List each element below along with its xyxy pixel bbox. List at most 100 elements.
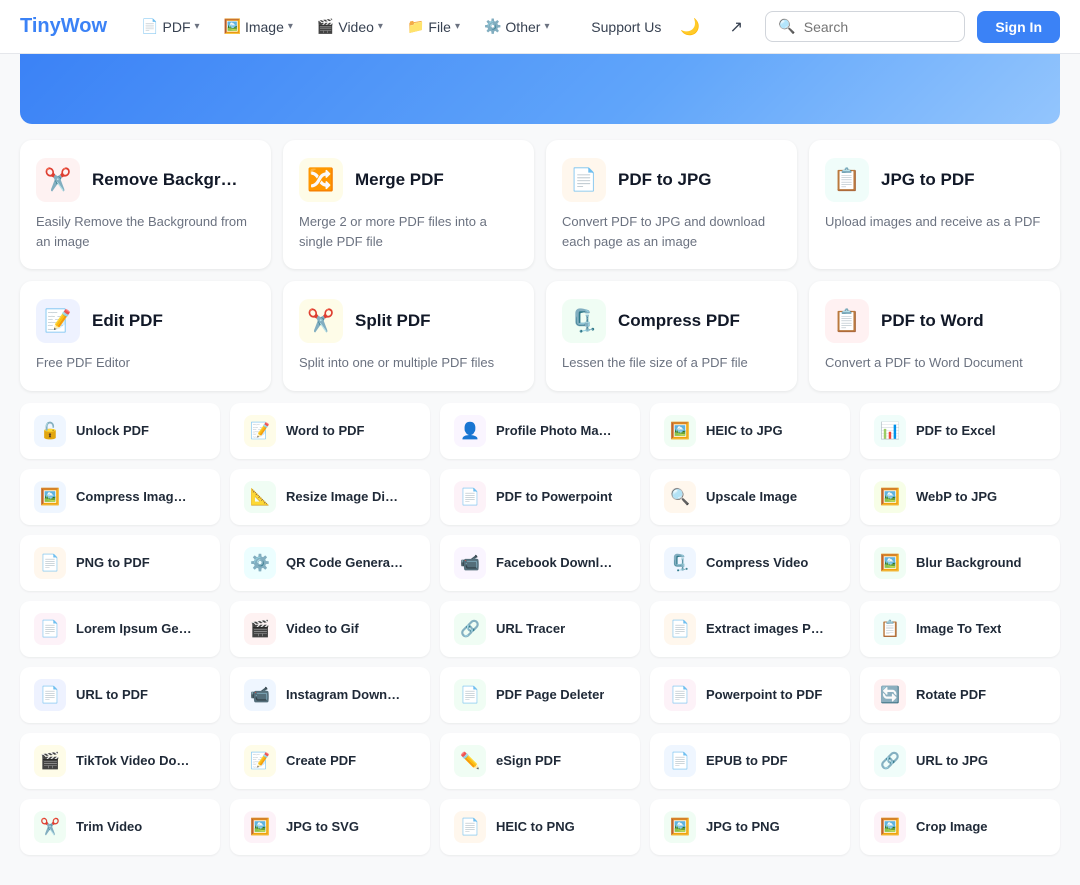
compact-card-crop-image[interactable]: 🖼️ Crop Image	[860, 799, 1060, 855]
compact-card-heic-to-jpg[interactable]: 🖼️ HEIC to JPG	[650, 403, 850, 459]
sign-in-button[interactable]: Sign In	[977, 11, 1060, 43]
compact-card-epub-to-pdf[interactable]: 📄 EPUB to PDF	[650, 733, 850, 789]
logo-wow: Wow	[61, 15, 107, 37]
nav-file[interactable]: 📁 File ▾	[397, 12, 470, 41]
compact-card-image-to-text[interactable]: 📋 Image To Text	[860, 601, 1060, 657]
tool-label: JPG to PNG	[706, 819, 780, 834]
compact-card-tiktok-dl[interactable]: 🎬 TikTok Video Do…	[20, 733, 220, 789]
support-link[interactable]: Support Us	[591, 19, 661, 35]
tool-icon: 📹	[454, 547, 486, 579]
compact-card-unlock-pdf[interactable]: 🔓 Unlock PDF	[20, 403, 220, 459]
compact-card-profile-photo-ma[interactable]: 👤 Profile Photo Ma…	[440, 403, 640, 459]
compact-card-trim-video[interactable]: ✂️ Trim Video	[20, 799, 220, 855]
compact-row-0: 🔓 Unlock PDF 📝 Word to PDF 👤 Profile Pho…	[20, 403, 1060, 459]
compact-card-url-to-pdf[interactable]: 📄 URL to PDF	[20, 667, 220, 723]
compact-card-lorem-ipsum[interactable]: 📄 Lorem Ipsum Ge…	[20, 601, 220, 657]
compact-card-jpg-to-png[interactable]: 🖼️ JPG to PNG	[650, 799, 850, 855]
card-desc: Upload images and receive as a PDF	[825, 212, 1044, 232]
compact-card-compress-video[interactable]: 🗜️ Compress Video	[650, 535, 850, 591]
featured-card-remove-bg[interactable]: ✂️ Remove Backgr… Easily Remove the Back…	[20, 140, 271, 269]
compact-card-compress-image[interactable]: 🖼️ Compress Imag…	[20, 469, 220, 525]
compact-card-heic-to-png[interactable]: 📄 HEIC to PNG	[440, 799, 640, 855]
tool-icon: 📄	[34, 547, 66, 579]
tool-label: Instagram Down…	[286, 687, 400, 702]
card-desc: Lessen the file size of a PDF file	[562, 353, 781, 373]
featured-card-compress-pdf[interactable]: 🗜️ Compress PDF Lessen the file size of …	[546, 281, 797, 391]
compact-rows-container: 🔓 Unlock PDF 📝 Word to PDF 👤 Profile Pho…	[20, 403, 1060, 855]
compact-card-instagram-dl[interactable]: 📹 Instagram Down…	[230, 667, 430, 723]
tool-label: WebP to JPG	[916, 489, 997, 504]
compact-card-webp-to-jpg[interactable]: 🖼️ WebP to JPG	[860, 469, 1060, 525]
tool-label: PDF to Excel	[916, 423, 995, 438]
featured-card-merge-pdf[interactable]: 🔀 Merge PDF Merge 2 or more PDF files in…	[283, 140, 534, 269]
tool-label: Rotate PDF	[916, 687, 986, 702]
compact-row-4: 📄 URL to PDF 📹 Instagram Down… 📄 PDF Pag…	[20, 667, 1060, 723]
search-input[interactable]	[804, 19, 953, 35]
tool-icon: 📊	[874, 415, 906, 447]
featured-card-jpg-to-pdf[interactable]: 📋 JPG to PDF Upload images and receive a…	[809, 140, 1060, 269]
compact-card-pdf-to-excel[interactable]: 📊 PDF to Excel	[860, 403, 1060, 459]
featured-card-pdf-to-word[interactable]: 📋 PDF to Word Convert a PDF to Word Docu…	[809, 281, 1060, 391]
featured-card-pdf-to-jpg[interactable]: 📄 PDF to JPG Convert PDF to JPG and down…	[546, 140, 797, 269]
chevron-down-icon: ▾	[195, 21, 200, 32]
compact-card-video-to-gif[interactable]: 🎬 Video to Gif	[230, 601, 430, 657]
card-desc: Free PDF Editor	[36, 353, 255, 373]
tool-label: EPUB to PDF	[706, 753, 788, 768]
tool-label: Blur Background	[916, 555, 1021, 570]
compact-card-pdf-to-ppt[interactable]: 📄 PDF to Powerpoint	[440, 469, 640, 525]
logo[interactable]: TinyWow	[20, 15, 107, 38]
tool-icon: 📋	[825, 299, 869, 343]
tool-label: Word to PDF	[286, 423, 364, 438]
chevron-down-icon: ▾	[378, 21, 383, 32]
tool-icon: 📝	[244, 745, 276, 777]
compact-card-ppt-to-pdf[interactable]: 📄 Powerpoint to PDF	[650, 667, 850, 723]
nav-video-label: Video	[338, 19, 374, 35]
compact-card-resize-image[interactable]: 📐 Resize Image Di…	[230, 469, 430, 525]
tool-icon: ✂️	[36, 158, 80, 202]
featured-card-split-pdf[interactable]: ✂️ Split PDF Split into one or multiple …	[283, 281, 534, 391]
tool-icon: 🖼️	[874, 547, 906, 579]
main-content: ✂️ Remove Backgr… Easily Remove the Back…	[0, 54, 1080, 885]
nav-other[interactable]: ⚙️ Other ▾	[474, 12, 559, 41]
dark-mode-button[interactable]: 🌙	[673, 10, 707, 44]
compact-card-blur-bg[interactable]: 🖼️ Blur Background	[860, 535, 1060, 591]
tool-icon: ✂️	[299, 299, 343, 343]
tool-label: Trim Video	[76, 819, 142, 834]
tool-icon: 📝	[36, 299, 80, 343]
nav-pdf[interactable]: 📄 PDF ▾	[131, 12, 209, 41]
compact-card-pdf-page-delete[interactable]: 📄 PDF Page Deleter	[440, 667, 640, 723]
compact-card-png-to-pdf[interactable]: 📄 PNG to PDF	[20, 535, 220, 591]
hero-strip	[20, 54, 1060, 124]
tool-label: URL to PDF	[76, 687, 148, 702]
nav-image[interactable]: 🖼️ Image ▾	[214, 12, 303, 41]
tool-icon: 🔗	[454, 613, 486, 645]
compact-card-rotate-pdf[interactable]: 🔄 Rotate PDF	[860, 667, 1060, 723]
compact-card-facebook-dl[interactable]: 📹 Facebook Downl…	[440, 535, 640, 591]
tool-label: Compress Imag…	[76, 489, 187, 504]
compact-card-create-pdf[interactable]: 📝 Create PDF	[230, 733, 430, 789]
tool-icon: 🔄	[874, 679, 906, 711]
search-box: 🔍	[765, 11, 965, 42]
tool-label: PDF Page Deleter	[496, 687, 604, 702]
compact-card-word-to-pdf[interactable]: 📝 Word to PDF	[230, 403, 430, 459]
nav-video[interactable]: 🎬 Video ▾	[307, 12, 393, 41]
tool-label: PNG to PDF	[76, 555, 150, 570]
compact-card-extract-images[interactable]: 📄 Extract images P…	[650, 601, 850, 657]
tool-label: HEIC to JPG	[706, 423, 783, 438]
compact-card-upscale-image[interactable]: 🔍 Upscale Image	[650, 469, 850, 525]
card-title: PDF to JPG	[618, 170, 712, 190]
compact-card-jpg-to-svg[interactable]: 🖼️ JPG to SVG	[230, 799, 430, 855]
compact-card-qr-code[interactable]: ⚙️ QR Code Genera…	[230, 535, 430, 591]
compact-card-esign-pdf[interactable]: ✏️ eSign PDF	[440, 733, 640, 789]
compact-card-url-tracer[interactable]: 🔗 URL Tracer	[440, 601, 640, 657]
nav-file-label: File	[428, 19, 451, 35]
compact-card-url-to-jpg[interactable]: 🔗 URL to JPG	[860, 733, 1060, 789]
featured-card-edit-pdf[interactable]: 📝 Edit PDF Free PDF Editor	[20, 281, 271, 391]
compact-row-1: 🖼️ Compress Imag… 📐 Resize Image Di… 📄 P…	[20, 469, 1060, 525]
tool-icon: 📄	[34, 679, 66, 711]
card-desc: Split into one or multiple PDF files	[299, 353, 518, 373]
share-button[interactable]: ↗	[719, 10, 753, 44]
tool-label: PDF to Powerpoint	[496, 489, 612, 504]
tool-icon: 🖼️	[874, 811, 906, 843]
tool-label: URL Tracer	[496, 621, 565, 636]
